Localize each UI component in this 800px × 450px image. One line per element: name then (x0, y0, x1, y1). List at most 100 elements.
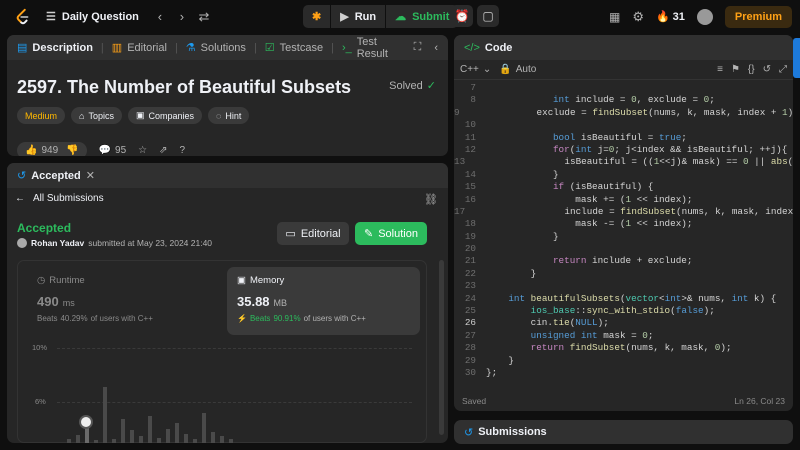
streak-counter[interactable]: 🔥 31 (656, 10, 685, 24)
code-line[interactable]: 18 mask -= (1 << index); (454, 218, 793, 230)
run-button[interactable]: ▶ Run (331, 5, 386, 28)
code-line[interactable]: 11 bool isBeautiful = true; (454, 132, 793, 144)
code-line[interactable]: 13 isBeautiful = ((1<<j)& mask) == 0 || … (454, 156, 793, 168)
memory-label: Memory (249, 275, 285, 286)
notes-button[interactable]: ▢ (477, 5, 499, 27)
tab-description[interactable]: Description (32, 42, 93, 54)
tab-editorial[interactable]: Editorial (127, 42, 167, 54)
next-problem-button[interactable]: › (171, 6, 193, 28)
comments-button[interactable]: 💬 95 (99, 145, 127, 156)
language-select[interactable]: C++ ⌄ (460, 64, 491, 75)
bookmark-icon[interactable]: ⚑ (731, 64, 740, 75)
memory-chip-icon: ▣ (237, 275, 246, 286)
code-line[interactable]: 16 mask += (1 << index); (454, 194, 793, 206)
layout-grid-icon[interactable]: ▦ (609, 10, 620, 24)
distribution-bar[interactable] (67, 438, 71, 443)
distribution-bar[interactable] (184, 434, 188, 443)
collapse-chevron-icon[interactable]: ‹ (434, 42, 438, 54)
code-line[interactable]: 17 include = findSubset(nums, k, mask, i… (454, 206, 793, 218)
tab-testcase[interactable]: Testcase (280, 42, 323, 54)
code-line[interactable]: 27 unsigned int mask = 0; (454, 330, 793, 342)
code-line[interactable]: 23 (454, 280, 793, 292)
link-icon[interactable]: ⛓ (424, 193, 438, 206)
runtime-card[interactable]: ◷ Runtime 490 ms Beats 40.29% of users w… (27, 267, 220, 335)
code-line[interactable]: 22 } (454, 268, 793, 280)
close-icon[interactable]: ✕ (86, 169, 95, 182)
star-icon[interactable]: ☆ (138, 145, 147, 156)
hint-chip[interactable]: ◌ Hint (208, 107, 250, 124)
code-line[interactable]: 25 ios_base::sync_with_stdio(false); (454, 305, 793, 317)
reset-icon[interactable]: ↺ (763, 64, 771, 75)
fullscreen-icon[interactable]: ⤢ (779, 64, 787, 75)
distribution-bar[interactable] (130, 430, 134, 443)
distribution-bar[interactable] (175, 423, 179, 443)
like-button[interactable]: 👍 949 (25, 145, 58, 156)
thumbs-up-icon: 👍 (25, 145, 38, 156)
debug-button[interactable]: ✱ (303, 5, 331, 28)
avatar[interactable] (696, 8, 713, 25)
premium-button[interactable]: Premium (724, 5, 792, 28)
distribution-bar[interactable] (112, 439, 116, 443)
companies-chip[interactable]: ▣ Companies (127, 107, 203, 124)
distribution-bar[interactable] (202, 413, 206, 443)
braces-icon[interactable]: {} (748, 64, 755, 75)
memory-card[interactable]: ▣ Memory 35.88 MB ⚡ Beats 90.91% of user… (227, 267, 420, 335)
submit-button[interactable]: ☁ Submit (386, 5, 459, 28)
code-text: mask += (1 << index); (486, 193, 693, 205)
code-line[interactable]: 30}; (454, 367, 793, 379)
help-icon[interactable]: ? (180, 145, 186, 156)
scrollbar[interactable] (439, 260, 444, 435)
solution-button[interactable]: ✎ Solution (355, 222, 427, 245)
problem-list-button[interactable]: ☰ Daily Question (46, 10, 139, 24)
code-line[interactable]: 12 for(int j=0; j<index && isBeautiful; … (454, 144, 793, 156)
code-line[interactable]: 14 } (454, 169, 793, 181)
distribution-bar[interactable] (121, 418, 125, 443)
distribution-bar[interactable] (85, 426, 89, 443)
code-line[interactable]: 9 exclude = findSubset(nums, k, mask, in… (454, 107, 793, 119)
tab-solutions[interactable]: Solutions (201, 42, 246, 54)
code-line[interactable]: 8 int include = 0, exclude = 0; (454, 94, 793, 106)
format-icon[interactable]: ≡ (717, 64, 723, 75)
distribution-bar[interactable] (193, 438, 197, 443)
editorial-button[interactable]: ▭ Editorial (277, 222, 349, 245)
distribution-bar[interactable] (103, 387, 107, 443)
distribution-bar[interactable] (211, 432, 215, 443)
code-line[interactable]: 10 (454, 119, 793, 131)
distribution-bar[interactable] (76, 434, 80, 443)
code-line[interactable]: 7 (454, 82, 793, 94)
tab-test-result[interactable]: Test Result (357, 36, 404, 60)
submissions-panel[interactable]: ↺ Submissions (454, 420, 793, 444)
distribution-bar[interactable] (220, 435, 224, 443)
submissions-back[interactable]: ← All Submissions (15, 193, 104, 204)
distribution-bar[interactable] (94, 440, 98, 443)
tab-accepted[interactable]: Accepted (31, 170, 81, 182)
code-editor[interactable]: 78 int include = 0, exclude = 0; 9 exclud… (454, 82, 793, 387)
terminal-icon: ›_ (341, 41, 352, 54)
thumbs-down-icon[interactable]: 👎 (66, 145, 78, 156)
code-text: bool isBeautiful = true; (552, 131, 687, 143)
timer-button[interactable]: ⏰ (451, 5, 473, 27)
distribution-bar[interactable] (139, 435, 143, 443)
auto-mode[interactable]: 🔒 Auto (499, 64, 536, 75)
random-problem-button[interactable]: ⇄ (193, 6, 215, 28)
code-line[interactable]: 29 } (454, 355, 793, 367)
code-line[interactable]: 24 int beautifulSubsets(vector<int>& num… (454, 293, 793, 305)
leetcode-logo-icon[interactable] (14, 8, 32, 26)
prev-problem-button[interactable]: ‹ (149, 6, 171, 28)
username[interactable]: Rohan Yadav (31, 238, 84, 248)
distribution-bar[interactable] (157, 437, 161, 443)
distribution-bar[interactable] (148, 416, 152, 443)
code-line[interactable]: 19 } (454, 231, 793, 243)
share-icon[interactable]: ⇗ (159, 145, 167, 156)
distribution-bar[interactable] (166, 428, 170, 443)
code-line[interactable]: 21 return include + exclude; (454, 255, 793, 267)
distribution-bar[interactable] (229, 439, 233, 443)
code-line[interactable]: 15 if (isBeautiful) { (454, 181, 793, 193)
code-line[interactable]: 20 (454, 243, 793, 255)
code-scroll-handle[interactable] (793, 38, 800, 78)
topics-chip[interactable]: ⌂ Topics (71, 107, 122, 124)
maximize-icon[interactable]: ⛶ (414, 41, 422, 54)
code-line[interactable]: 28 return findSubset(nums, k, mask, 0); (454, 342, 793, 354)
settings-gear-icon[interactable]: ⚙ (632, 9, 644, 25)
code-line[interactable]: 26 cin.tie(NULL); (454, 317, 793, 329)
